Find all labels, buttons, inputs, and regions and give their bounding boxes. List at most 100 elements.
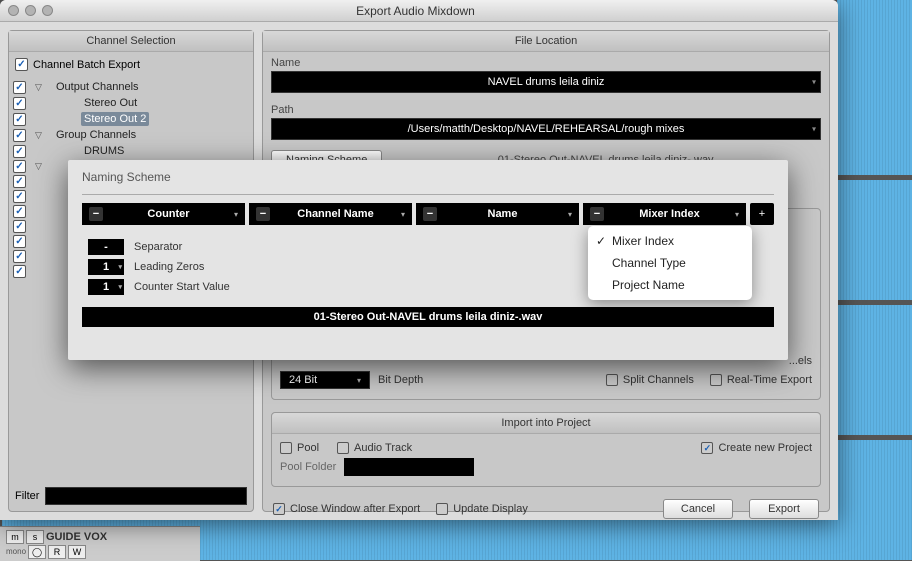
dialog-title: Naming Scheme (82, 170, 774, 184)
track-header[interactable]: m s GUIDE VOX mono ◯ R W (0, 526, 200, 561)
waveform (837, 180, 912, 300)
batch-export-label: Channel Batch Export (33, 59, 140, 71)
chevron-down-icon[interactable]: ▾ (234, 210, 238, 219)
create-new-project-checkbox[interactable]: Create new Project (701, 442, 812, 454)
tree-row[interactable]: ✓ Stereo Out 2 (13, 111, 249, 127)
channel-checkbox[interactable]: ✓ (13, 205, 26, 218)
channel-checkbox[interactable]: ✓ (13, 265, 26, 278)
menu-item[interactable]: Mixer Index (588, 230, 752, 252)
close-after-export-checkbox[interactable]: Close Window after Export (273, 503, 420, 515)
channel-checkbox[interactable]: ✓ (13, 145, 26, 158)
channel-label[interactable]: DRUMS (81, 144, 127, 158)
chevron-down-icon[interactable]: ▾ (118, 263, 122, 271)
channel-checkbox[interactable]: ✓ (13, 160, 26, 173)
channel-label[interactable] (53, 166, 59, 168)
channel-checkbox[interactable]: ✓ (13, 190, 26, 203)
name-value: NAVEL drums leila diniz (488, 76, 605, 88)
tree-row[interactable]: ✓ Stereo Out (13, 95, 249, 111)
field-name: Name (443, 208, 562, 220)
path-field[interactable]: /Users/matth/Desktop/NAVEL/REHEARSAL/rou… (271, 118, 821, 140)
mixer-index-menu[interactable]: Mixer IndexChannel TypeProject Name (588, 226, 752, 300)
pool-checkbox[interactable]: Pool (280, 442, 319, 454)
channel-checkbox[interactable]: ✓ (13, 129, 26, 142)
window-title: Export Audio Mixdown (53, 4, 778, 18)
channel-checkbox[interactable]: ✓ (13, 81, 26, 94)
chevron-down-icon[interactable]: ▾ (735, 210, 739, 219)
filter-label: Filter (15, 490, 39, 502)
tree-row[interactable]: ✓ ▽ Group Channels (13, 127, 249, 143)
disclosure-triangle-icon[interactable]: ▽ (35, 130, 45, 141)
disclosure-triangle-icon[interactable]: ▽ (35, 82, 45, 93)
channel-label[interactable]: Output Channels (53, 80, 142, 94)
read-automation[interactable]: R (48, 545, 66, 559)
naming-field[interactable]: −Name ▾ (416, 203, 579, 225)
channel-checkbox[interactable]: ✓ (13, 220, 26, 233)
disclosure-triangle-icon[interactable]: ▽ (35, 161, 45, 172)
chevron-down-icon[interactable]: ▾ (118, 283, 122, 291)
zoom-icon[interactable] (42, 5, 53, 16)
naming-field[interactable]: −Mixer Index ▾ (583, 203, 746, 225)
window-controls[interactable] (8, 5, 53, 16)
batch-export-checkbox[interactable]: ✓ (15, 58, 28, 71)
channel-checkbox[interactable]: ✓ (13, 235, 26, 248)
remove-field-icon[interactable]: − (89, 207, 103, 221)
remove-field-icon[interactable]: − (423, 207, 437, 221)
counter-start-label: Counter Start Value (134, 281, 230, 293)
cancel-button[interactable]: Cancel (663, 499, 733, 519)
export-button[interactable]: Export (749, 499, 819, 519)
chevron-down-icon[interactable]: ▾ (401, 210, 405, 219)
separator-label: Separator (134, 241, 182, 253)
name-field[interactable]: NAVEL drums leila diniz ▾ (271, 71, 821, 93)
remove-field-icon[interactable]: − (256, 207, 270, 221)
naming-field[interactable]: −Counter▾ (82, 203, 245, 225)
bit-depth-select[interactable]: 24 Bit ▾ (280, 371, 370, 389)
panel-header: Channel Selection (9, 31, 253, 52)
waveform (837, 95, 912, 175)
leading-zeros-field[interactable]: 1▾ (88, 259, 124, 275)
menu-item[interactable]: Project Name (588, 274, 752, 296)
pool-folder-label: Pool Folder (280, 461, 336, 473)
field-bar: −Counter▾−Channel Name▾−Name▾−Mixer Inde… (82, 203, 774, 225)
channel-checkbox[interactable]: ✓ (13, 97, 26, 110)
record-enable[interactable]: ◯ (28, 545, 46, 559)
minimize-icon[interactable] (25, 5, 36, 16)
mute-button[interactable]: m (6, 530, 24, 544)
channel-label[interactable]: Stereo Out (81, 96, 140, 110)
import-section: Import into Project Pool Audio Track Cre… (271, 412, 821, 487)
path-label: Path (263, 99, 829, 118)
solo-button[interactable]: s (26, 530, 44, 544)
menu-item[interactable]: Channel Type (588, 252, 752, 274)
chevron-down-icon: ▾ (357, 376, 361, 385)
add-field-button[interactable]: + (750, 203, 774, 225)
path-value: /Users/matth/Desktop/NAVEL/REHEARSAL/rou… (408, 123, 685, 135)
audio-track-checkbox[interactable]: Audio Track (337, 442, 412, 454)
pool-folder-field[interactable] (344, 458, 474, 476)
bit-depth-value: 24 Bit (289, 374, 317, 386)
chevron-down-icon[interactable]: ▾ (568, 210, 572, 219)
write-automation[interactable]: W (68, 545, 86, 559)
waveform (837, 0, 912, 95)
dropdown-icon[interactable]: ▾ (812, 125, 816, 134)
channel-checkbox[interactable]: ✓ (13, 175, 26, 188)
tree-row[interactable]: ✓ DRUMS (13, 143, 249, 159)
close-icon[interactable] (8, 5, 19, 16)
channel-checkbox[interactable]: ✓ (13, 113, 26, 126)
filter-input[interactable] (45, 487, 247, 505)
update-display-checkbox[interactable]: Update Display (436, 503, 528, 515)
panel-header: Import into Project (272, 413, 820, 434)
channel-label[interactable]: Stereo Out 2 (81, 112, 149, 126)
tree-row[interactable]: ✓ ▽ Output Channels (13, 79, 249, 95)
titlebar[interactable]: Export Audio Mixdown (0, 0, 838, 22)
remove-field-icon[interactable]: − (590, 207, 604, 221)
field-name: Mixer Index (610, 208, 729, 220)
counter-start-field[interactable]: 1▾ (88, 279, 124, 295)
panel-header: File Location (263, 31, 829, 52)
realtime-export-checkbox[interactable]: Real-Time Export (710, 374, 812, 386)
split-channels-checkbox[interactable]: Split Channels (606, 374, 694, 386)
naming-field[interactable]: −Channel Name▾ (249, 203, 412, 225)
separator-field[interactable]: - (88, 239, 124, 255)
channel-checkbox[interactable]: ✓ (13, 250, 26, 263)
channel-label[interactable]: Group Channels (53, 128, 139, 142)
dropdown-icon[interactable]: ▾ (812, 78, 816, 87)
channel-mode: mono (6, 547, 26, 556)
